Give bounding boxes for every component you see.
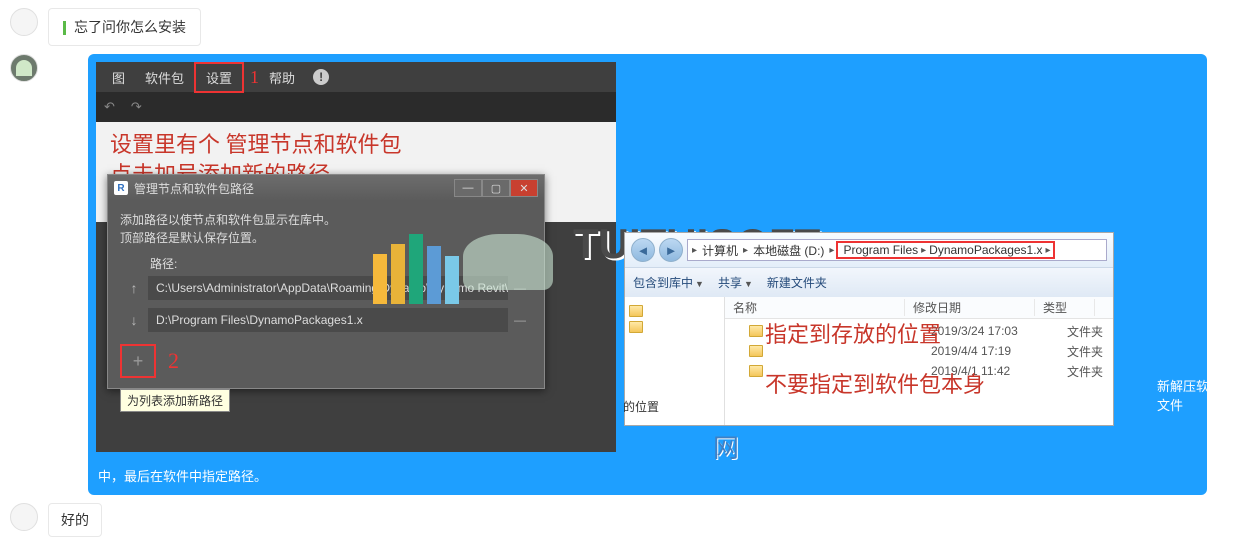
avatar-sender: [10, 54, 38, 82]
menu-settings[interactable]: 设置: [194, 62, 244, 93]
forward-button[interactable]: ►: [659, 238, 683, 262]
quote-bar: [63, 21, 66, 35]
bc-highlight: Program Files ▸ DynamoPackages1.x ▸: [836, 241, 1054, 259]
folder-icon: [749, 345, 763, 357]
dialog-body: 添加路径以使节点和软件包显示在库中。 顶部路径是默认保存位置。 路径: ↑ C:…: [108, 201, 544, 388]
move-up-icon[interactable]: ↑: [120, 280, 148, 296]
bc-dynamo-packages[interactable]: DynamoPackages1.x: [926, 243, 1045, 257]
close-button[interactable]: ✕: [510, 179, 538, 197]
bc-computer[interactable]: 计算机: [699, 242, 741, 259]
dialog-desc2: 顶部路径是默认保存位置。: [120, 229, 532, 247]
tree-item[interactable]: [629, 319, 720, 335]
dynamo-window: 图 软件包 设置 1 帮助 ! ↶ ↷ 设置里有个 管理节点和软件包 点击加号添…: [96, 62, 616, 452]
annotation-2: 2: [168, 348, 179, 374]
caption-tail: 中，最后在软件中指定路径。: [88, 460, 1207, 495]
bc-drive[interactable]: 本地磁盘 (D:): [750, 242, 827, 259]
explorer-list: 名称 修改日期 类型 archi-lab.net2019/3/24 17:03文…: [725, 297, 1113, 425]
explorer-toolbar: 包含到库中▼ 共享▼ 新建文件夹: [625, 267, 1113, 297]
folder-icon: [749, 325, 763, 337]
annotation-explorer-1: 指定到存放的位置: [765, 317, 941, 349]
menu-view[interactable]: 图: [102, 64, 135, 91]
path-row-1[interactable]: C:\Users\Administrator\AppData\Roaming\D…: [148, 276, 508, 300]
explorer-window: ◄ ► ▸ 计算机 ▸ 本地磁盘 (D:) ▸ Program Files ▸ …: [624, 232, 1114, 426]
maximize-button[interactable]: ▢: [482, 179, 510, 197]
menu-help[interactable]: 帮助: [259, 64, 305, 91]
redo-icon[interactable]: ↷: [131, 99, 142, 115]
path-label: 路径:: [150, 255, 532, 272]
dialog-title: 管理节点和软件包路径: [134, 180, 254, 197]
chat-message-3: 好的: [48, 503, 102, 537]
help-icon[interactable]: !: [313, 69, 329, 85]
delete-path-2[interactable]: —: [508, 313, 532, 327]
toolbar: ↶ ↷: [96, 92, 616, 122]
column-headers: 名称 修改日期 类型: [725, 297, 1113, 319]
explorer-tree: 的位置: [625, 297, 725, 425]
breadcrumb[interactable]: ▸ 计算机 ▸ 本地磁盘 (D:) ▸ Program Files ▸ Dyna…: [687, 239, 1107, 261]
tb-share[interactable]: 共享▼: [718, 274, 753, 291]
col-type[interactable]: 类型: [1035, 299, 1095, 316]
folder-icon: [749, 365, 763, 377]
explorer-addressbar: ◄ ► ▸ 计算机 ▸ 本地磁盘 (D:) ▸ Program Files ▸ …: [625, 233, 1113, 267]
chat-message-1: 忘了问你怎么安装: [48, 8, 201, 46]
folder-icon: [629, 321, 643, 333]
add-path-button[interactable]: +: [120, 344, 156, 378]
tree-label: 的位置: [623, 398, 659, 415]
app-icon: R: [114, 181, 128, 195]
avatar-other: [10, 503, 38, 531]
move-down-icon[interactable]: ↓: [120, 312, 148, 328]
undo-icon[interactable]: ↶: [104, 99, 115, 115]
caption-suffix: 新解压软件包，然后放进任意的文件: [1157, 376, 1247, 414]
minimize-button[interactable]: —: [454, 179, 482, 197]
path-row-2[interactable]: D:\Program Files\DynamoPackages1.x: [148, 308, 508, 332]
tree-item[interactable]: [629, 303, 720, 319]
dialog-desc1: 添加路径以使节点和软件包显示在库中。: [120, 211, 532, 229]
msg1-text: 忘了问你怎么安装: [74, 19, 186, 35]
tb-newfolder[interactable]: 新建文件夹: [767, 274, 827, 291]
annotation-1: 1: [250, 67, 259, 88]
menu-packages[interactable]: 软件包: [135, 64, 194, 91]
back-button[interactable]: ◄: [631, 238, 655, 262]
chat-message-image-bubble: 图 软件包 设置 1 帮助 ! ↶ ↷ 设置里有个 管理节点和软件包 点击加号添…: [88, 54, 1207, 495]
paths-dialog: R 管理节点和软件包路径 — ▢ ✕ 添加路径以使节点和软件包显示在库中。: [107, 174, 545, 389]
tb-include[interactable]: 包含到库中▼: [633, 274, 704, 291]
menu-bar: 图 软件包 设置 1 帮助 !: [96, 62, 616, 92]
folder-icon: [629, 305, 643, 317]
avatar-other: [10, 8, 38, 36]
annotation-explorer-2: 不要指定到软件包本身: [765, 367, 985, 399]
tooltip-add-path: 为列表添加新路径: [120, 389, 230, 412]
col-date[interactable]: 修改日期: [905, 299, 1035, 316]
col-name[interactable]: 名称: [725, 299, 905, 316]
annotation-text-1: 设置里有个 管理节点和软件包: [110, 130, 602, 160]
delete-path-1[interactable]: —: [508, 281, 532, 295]
dialog-titlebar: R 管理节点和软件包路径 — ▢ ✕: [108, 175, 544, 201]
bc-program-files[interactable]: Program Files: [840, 243, 921, 257]
chevron-right-icon: ▸: [692, 245, 697, 256]
